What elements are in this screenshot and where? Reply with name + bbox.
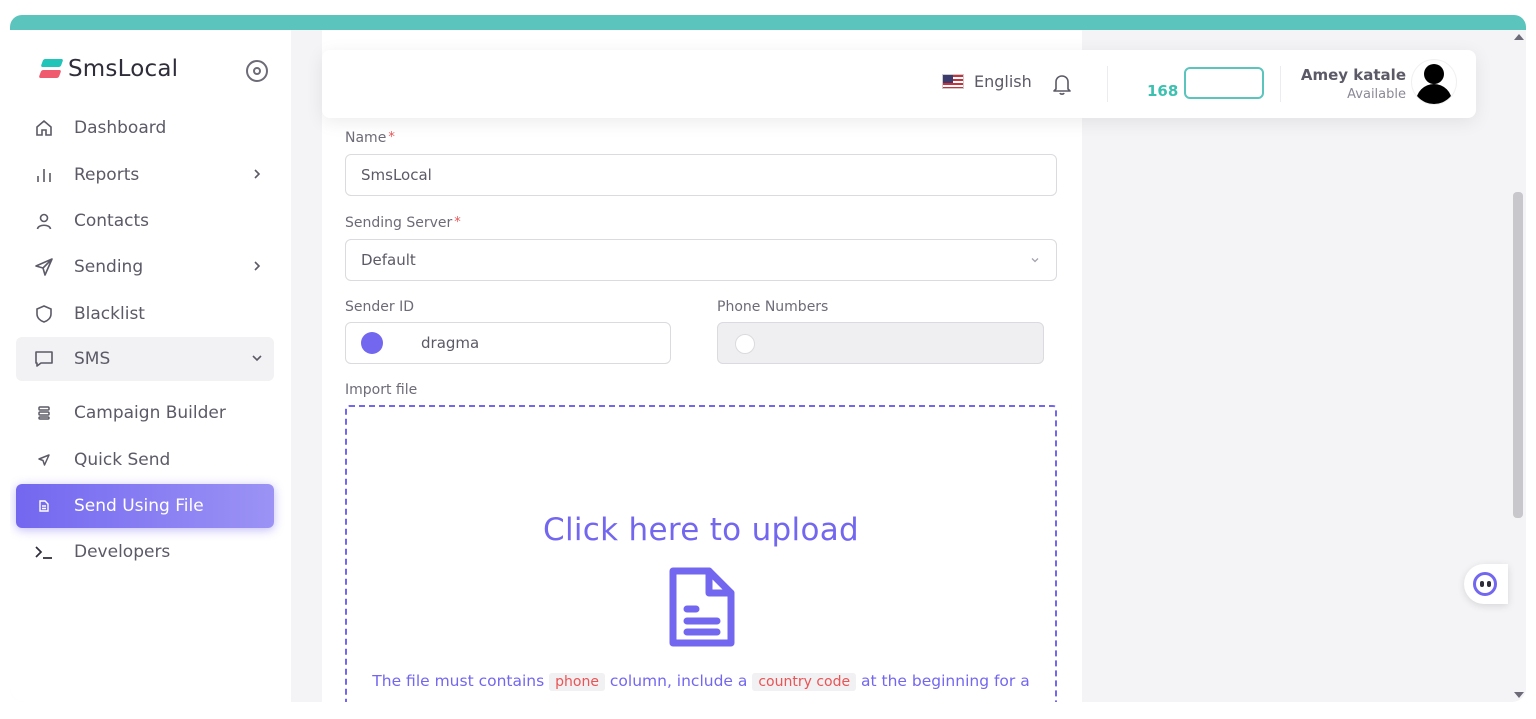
sidebar: SmsLocal Dashboard Reports Contacts Send… — [10, 30, 291, 702]
send-small-icon — [34, 450, 54, 470]
us-flag-icon — [942, 74, 964, 89]
sidebar-toggle-icon[interactable] — [246, 60, 268, 82]
sender-id-value: dragma — [421, 334, 480, 352]
header-divider — [1280, 66, 1281, 102]
sending-server-select[interactable]: Default — [345, 239, 1057, 281]
sidebar-item-label: SMS — [74, 349, 111, 369]
sending-server-value: Default — [361, 251, 416, 269]
sidebar-item-blacklist[interactable]: Blacklist — [16, 292, 274, 336]
app-logo[interactable]: SmsLocal — [38, 56, 179, 82]
phone-column-code: phone — [549, 673, 605, 691]
name-label: Name * — [345, 130, 395, 146]
upload-title: Click here to upload — [543, 512, 859, 548]
sidebar-item-sending[interactable]: Sending — [16, 245, 274, 289]
chevron-down-icon — [1031, 258, 1039, 263]
document-icon — [669, 567, 735, 647]
terminal-icon — [34, 542, 54, 562]
phone-numbers-label: Phone Numbers — [717, 299, 829, 315]
sidebar-item-reports[interactable]: Reports — [16, 153, 274, 197]
top-up-button[interactable] — [1184, 67, 1264, 99]
sidebar-item-developers[interactable]: Developers — [16, 530, 274, 574]
shield-icon — [34, 304, 54, 324]
sidebar-item-label: Send Using File — [74, 496, 204, 516]
sender-id-label: Sender ID — [345, 299, 414, 315]
app-name: SmsLocal — [68, 56, 179, 82]
sidebar-subitem-quick-send[interactable]: Quick Send — [16, 438, 274, 482]
sidebar-item-dashboard[interactable]: Dashboard — [16, 106, 274, 150]
chat-bot-icon — [1473, 572, 1497, 596]
sidebar-item-contacts[interactable]: Contacts — [16, 199, 274, 243]
sms-credits-value: 168 — [1147, 82, 1179, 100]
user-icon — [34, 211, 54, 231]
language-selector[interactable]: English — [942, 72, 1032, 91]
import-file-label: Import file — [345, 382, 418, 398]
sidebar-subitem-campaign-builder[interactable]: Campaign Builder — [16, 391, 274, 435]
phone-numbers-radio[interactable] — [735, 334, 755, 354]
chevron-right-icon — [254, 261, 261, 271]
sidebar-item-label: Dashboard — [74, 118, 167, 138]
home-icon — [34, 118, 54, 138]
top-navbar: English 168 Amey katale Available — [322, 50, 1476, 118]
country-code-code: country code — [752, 673, 857, 691]
name-input[interactable]: SmsLocal — [345, 154, 1057, 196]
scroll-down-arrow-icon[interactable] — [1514, 692, 1524, 698]
sidebar-item-label: Blacklist — [74, 304, 145, 324]
sidebar-item-label: Sending — [74, 257, 144, 277]
logo-mark-icon — [38, 58, 64, 80]
send-icon — [34, 257, 54, 277]
header-divider — [1107, 66, 1108, 102]
file-upload-dropzone[interactable]: Click here to upload The file must conta… — [345, 405, 1057, 702]
sidebar-item-label: Quick Send — [74, 450, 171, 470]
page-scrollbar[interactable] — [1510, 30, 1526, 702]
user-status: Available — [1347, 87, 1406, 102]
app-frame: SmsLocal Dashboard Reports Contacts Send… — [10, 30, 1526, 702]
bar-chart-icon — [34, 165, 54, 185]
chevron-down-icon — [252, 355, 262, 362]
phone-numbers-field — [717, 322, 1044, 364]
language-label: English — [974, 72, 1032, 91]
avatar[interactable] — [1412, 60, 1456, 104]
sender-id-field[interactable]: dragma — [345, 322, 671, 364]
sender-id-radio[interactable] — [361, 332, 383, 354]
scrollbar-thumb[interactable] — [1513, 192, 1523, 518]
sidebar-item-sms[interactable]: SMS — [16, 337, 274, 381]
bell-icon[interactable] — [1051, 72, 1073, 96]
sending-server-label: Sending Server * — [345, 215, 461, 231]
database-icon — [34, 403, 54, 423]
chat-widget-button[interactable] — [1464, 564, 1508, 604]
sidebar-item-label: Developers — [74, 542, 171, 562]
sidebar-item-label: Campaign Builder — [74, 403, 226, 423]
sidebar-item-label: Contacts — [74, 211, 149, 231]
name-input-value: SmsLocal — [361, 166, 432, 184]
window-top-bar — [10, 15, 1526, 31]
sidebar-subitem-send-using-file[interactable]: Send Using File — [16, 484, 274, 528]
user-name: Amey katale — [1300, 66, 1406, 84]
message-icon — [34, 349, 54, 369]
sidebar-item-label: Reports — [74, 165, 140, 185]
chevron-right-icon — [254, 169, 261, 179]
scroll-up-arrow-icon[interactable] — [1514, 34, 1524, 40]
upload-instructions: The file must contains phone column, inc… — [372, 672, 1030, 691]
file-icon — [34, 496, 54, 516]
